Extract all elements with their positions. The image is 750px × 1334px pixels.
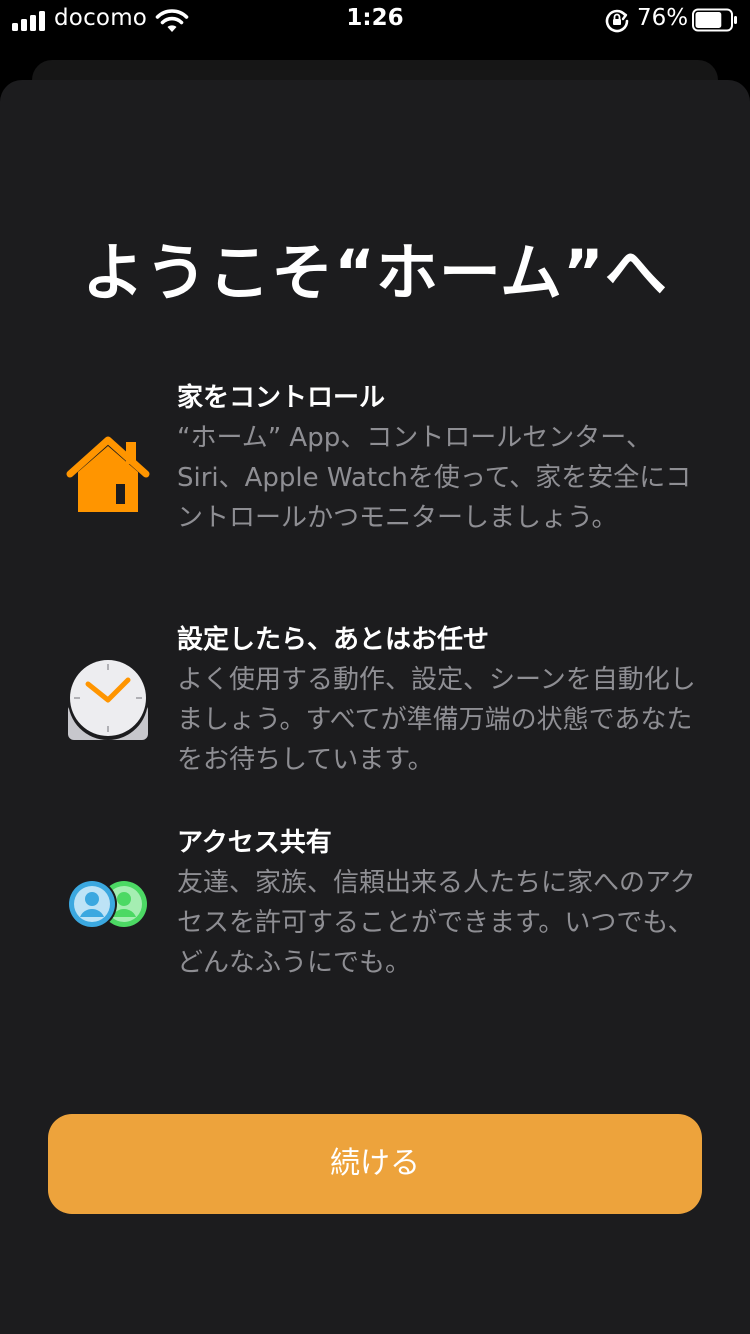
battery-icon — [692, 8, 737, 32]
feature-heading: 設定したら、あとはお任せ — [177, 625, 490, 655]
home-onboarding-screen: docomo 1:26 76% ようこそ“ホーム”へ 家をコントロール “ホーム… — [0, 0, 750, 1334]
rotation-lock-icon — [605, 9, 629, 33]
battery-percentage: 76% — [637, 5, 689, 31]
status-bar: docomo 1:26 76% — [0, 0, 750, 40]
continue-button[interactable]: 続ける — [48, 1114, 702, 1214]
feature-heading: 家をコントロール — [177, 383, 386, 413]
feature-description: 友達、家族、信頼出来る人たちに家へのアクセスを許可することができます。いつでも、… — [177, 868, 696, 978]
clock-icon — [68, 660, 148, 740]
house-icon — [66, 436, 150, 512]
welcome-title: ようこそ“ホーム”へ — [82, 236, 668, 309]
feature-description: よく使用する動作、設定、シーンを自動化しましょう。すべてが準備万端の状態であなた… — [177, 665, 696, 775]
feature-heading: アクセス共有 — [177, 828, 332, 858]
people-icon — [67, 879, 147, 929]
feature-description: “ホーム” App、コントロールセンター、Siri、Apple Watchを使っ… — [177, 423, 692, 533]
